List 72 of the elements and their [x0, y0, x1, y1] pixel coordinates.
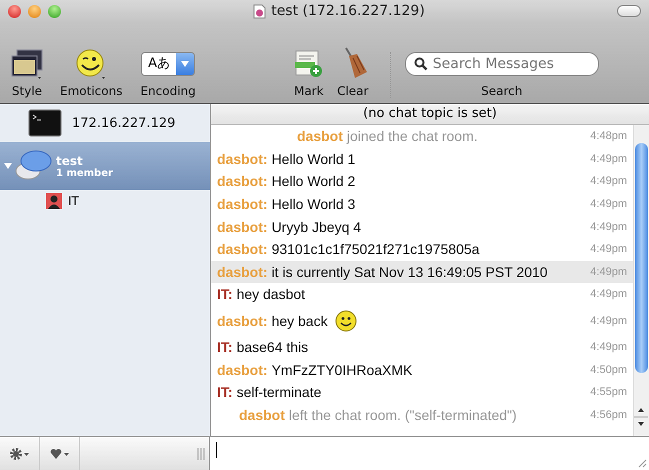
message-time: 4:49pm	[590, 341, 627, 354]
message-text: hey back	[272, 312, 328, 329]
sender-name: dasbot:	[217, 173, 268, 190]
member-name: IT	[68, 194, 79, 208]
event-text: left the chat room. ("self-terminated")	[288, 406, 517, 423]
search-field[interactable]: Search Messages	[404, 52, 599, 76]
windows-icon	[10, 48, 44, 80]
zoom-button[interactable]	[48, 4, 61, 18]
message-time: 4:49pm	[590, 175, 627, 188]
message-time: 4:49pm	[590, 220, 627, 233]
chat-topic: (no chat topic is set)	[211, 104, 649, 125]
terminal-icon	[28, 109, 62, 137]
window-title: test (172.16.227.129)	[271, 3, 425, 19]
message-time: 4:49pm	[590, 266, 627, 278]
sender-name: IT:	[217, 286, 233, 302]
member-row[interactable]: IT	[0, 190, 210, 212]
clear-toolbar-button[interactable]: Clear	[332, 46, 374, 98]
contact-name: 172.16.227.129	[72, 116, 176, 130]
message-time: 4:49pm	[590, 198, 627, 210]
person-icon	[46, 193, 62, 209]
toolbar-toggle-button[interactable]	[617, 5, 641, 17]
message-text: 93101c1c1f75021f271c1975805a	[272, 241, 480, 258]
message-time: 4:49pm	[590, 243, 627, 256]
message-text: Hello World 1	[272, 150, 356, 167]
sender-name: dasbot:	[217, 150, 268, 167]
sender-name: dasbot:	[217, 264, 268, 280]
message-time: 4:49pm	[590, 152, 627, 165]
sender-name: IT:	[217, 339, 233, 356]
heart-icon	[50, 448, 70, 460]
message-text: Hello World 2	[272, 173, 356, 190]
search-icon	[414, 57, 428, 71]
sender-name: dasbot	[239, 406, 285, 423]
style-toolbar-button[interactable]: Style	[6, 48, 48, 98]
document-icon	[253, 4, 266, 18]
gear-icon	[10, 448, 30, 460]
message-text: hey dasbot	[236, 286, 306, 302]
chat-name: test	[56, 154, 84, 168]
minimize-button[interactable]	[28, 4, 41, 18]
message-time: 4:55pm	[590, 386, 627, 398]
sender-name: dasbot:	[217, 312, 268, 329]
sender-name: IT:	[217, 384, 233, 400]
encoding-popup[interactable]: Aあ	[141, 52, 196, 76]
sender-name: dasbot:	[217, 241, 268, 258]
message-text: it is currently Sat Nov 13 16:49:05 PST 2010	[272, 264, 548, 280]
message-time: 4:50pm	[590, 364, 627, 376]
message-time: 4:56pm	[590, 408, 627, 421]
toolbar-label: Search	[481, 84, 522, 98]
resize-grip-icon[interactable]	[197, 448, 205, 460]
event-text: joined the chat room.	[346, 128, 478, 144]
sender-name: dasbot:	[217, 218, 268, 235]
sender-name: dasbot:	[217, 196, 268, 212]
message-input[interactable]	[210, 437, 649, 470]
window-resize-icon[interactable]	[637, 458, 647, 468]
emoticons-toolbar-button[interactable]: Emoticons	[56, 48, 126, 98]
member-count: 1 member	[56, 168, 113, 178]
message-text: Hello World 3	[272, 196, 356, 212]
message-text: self-terminate	[236, 384, 322, 400]
encoding-toolbar-button[interactable]: Aあ Encoding	[136, 46, 200, 98]
disclosure-triangle-icon[interactable]	[4, 162, 12, 170]
sender-name: dasbot:	[217, 362, 268, 378]
message-text: base64 this	[236, 339, 308, 356]
scrollbar[interactable]	[633, 125, 649, 436]
message-text: YmFzZTY0IHRoaXMK	[272, 362, 412, 378]
close-button[interactable]	[8, 4, 21, 18]
message-time: 4:49pm	[590, 288, 627, 300]
message-time: 4:48pm	[590, 130, 627, 142]
message-time: 4:49pm	[590, 314, 627, 327]
caret-icon	[181, 61, 190, 67]
message-text: Uryyb Jbeyq 4	[272, 218, 362, 235]
contact-row[interactable]: 172.16.227.129	[0, 104, 210, 142]
sender-name: dasbot	[297, 128, 343, 144]
mark-toolbar-button[interactable]: Mark	[288, 48, 330, 98]
